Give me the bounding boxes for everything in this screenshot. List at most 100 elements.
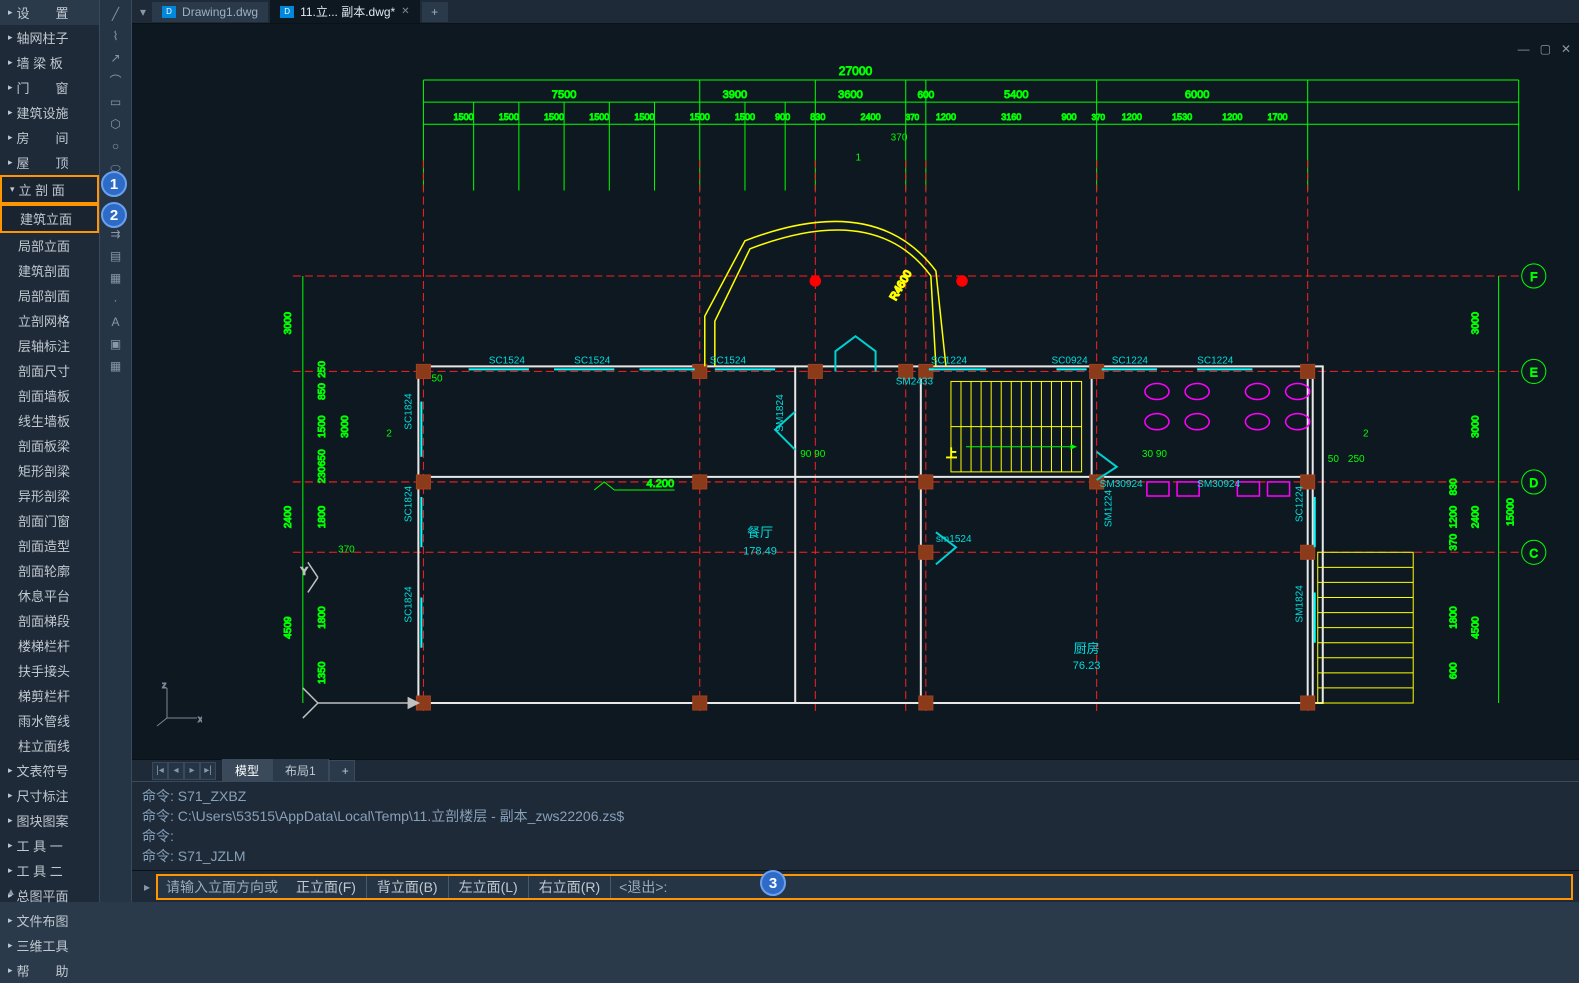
menu-section-grid[interactable]: 立剖网格 (0, 308, 99, 333)
add-layout-button[interactable]: + (329, 760, 355, 782)
tool-circle-icon[interactable]: ○ (104, 136, 128, 156)
menu-rect-beam[interactable]: 矩形剖梁 (0, 458, 99, 483)
badge-3-overlay: 3 (760, 870, 786, 896)
badge-1: 1 (101, 171, 127, 197)
tool-polyline-icon[interactable]: ⌇ (104, 26, 128, 46)
tool-polygon-icon[interactable]: ⬡ (104, 114, 128, 134)
tool-ray-icon[interactable]: ↗ (104, 48, 128, 68)
menu-tools-1[interactable]: 工 具 一 (0, 833, 99, 858)
scroll-left-icon[interactable]: ▲ (6, 887, 16, 898)
menu-handrail-joint[interactable]: 扶手接头 (0, 658, 99, 683)
cmd-option-back[interactable]: 背立面(B) (367, 876, 449, 898)
svg-text:15000: 15000 (1506, 498, 1517, 526)
menu-irreg-beam[interactable]: 异形剖梁 (0, 483, 99, 508)
menu-partial-section[interactable]: 局部剖面 (0, 283, 99, 308)
menu-section-stair[interactable]: 剖面梯段 (0, 608, 99, 633)
menu-rain-pipe[interactable]: 雨水管线 (0, 708, 99, 733)
menu-rooms[interactable]: 房 间 (0, 125, 99, 150)
svg-text:Y: Y (301, 566, 308, 577)
menu-axis-columns[interactable]: 轴网柱子 (0, 25, 99, 50)
menu-section-outline[interactable]: 剖面轮廓 (0, 558, 99, 583)
svg-text:370: 370 (906, 113, 920, 122)
menu-line-wallslab[interactable]: 线生墙板 (0, 408, 99, 433)
menu-doors-windows[interactable]: 门 窗 (0, 75, 99, 100)
svg-text:3160: 3160 (1001, 112, 1021, 122)
tool-palette: ╱ ⌇ ↗ ⌒ ▭ ⬡ ○ ⬭ ∿ ↻ ⇉ ▤ ▦ · A ▣ ▦ (100, 0, 132, 902)
svg-text:D: D (1529, 476, 1538, 490)
tool-hatch-icon[interactable]: ▦ (104, 268, 128, 288)
svg-text:z: z (162, 680, 167, 690)
command-input-box[interactable]: 请输入立面方向或 正立面(F) 背立面(B) 左立面(L) 右立面(R) <退出… (156, 874, 1573, 900)
new-tab-button[interactable]: + (422, 2, 448, 22)
svg-text:SM1824: SM1824 (775, 394, 786, 432)
tab-11-copy[interactable]: D 11.立... 副本.dwg* ✕ (270, 0, 420, 23)
nav-last-icon[interactable]: ▸| (200, 762, 216, 780)
menu-3d-tools[interactable]: 三维工具 (0, 933, 99, 958)
cmd-option-front[interactable]: 正立面(F) (286, 876, 367, 898)
command-input[interactable] (675, 879, 1571, 894)
menu-settings[interactable]: 设 置 (0, 0, 99, 25)
svg-text:600: 600 (1448, 662, 1459, 679)
menu-wall-beam-slab[interactable]: 墙 梁 板 (0, 50, 99, 75)
menu-section-doorwin[interactable]: 剖面门窗 (0, 508, 99, 533)
svg-text:餐厅: 餐厅 (747, 525, 773, 540)
close-icon[interactable]: ✕ (401, 6, 409, 17)
nav-prev-icon[interactable]: ◂ (168, 762, 184, 780)
tool-block-icon[interactable]: ▣ (104, 334, 128, 354)
svg-text:SC1524: SC1524 (574, 355, 611, 366)
tool-table-icon[interactable]: ▦ (104, 356, 128, 376)
tool-rect-icon[interactable]: ▭ (104, 92, 128, 112)
menu-facilities[interactable]: 建筑设施 (0, 100, 99, 125)
badge-2: 2 (101, 202, 127, 228)
svg-text:1500: 1500 (317, 415, 328, 438)
ucs-icon: x z (152, 678, 202, 731)
menu-section-dim[interactable]: 剖面尺寸 (0, 358, 99, 383)
tool-point-icon[interactable]: · (104, 290, 128, 310)
model-tab[interactable]: 模型 (222, 758, 272, 783)
nav-first-icon[interactable]: |◂ (152, 762, 168, 780)
menu-help[interactable]: 帮 助 (0, 958, 99, 983)
menu-building-elevation[interactable]: 建筑立面 2 (0, 204, 99, 233)
menu-section-slabbeam[interactable]: 剖面板梁 (0, 433, 99, 458)
menu-blocks-patterns[interactable]: 图块图案 (0, 808, 99, 833)
menu-column-elev-line[interactable]: 柱立面线 (0, 733, 99, 758)
cmd-history-line: 命令: (142, 826, 1569, 846)
tool-arc-icon[interactable]: ⌒ (104, 70, 128, 90)
menu-rest-platform[interactable]: 休息平台 (0, 583, 99, 608)
cmd-toggle-icon[interactable]: ▸ (138, 880, 156, 894)
cmd-exit-option[interactable]: <退出>: (611, 877, 675, 897)
left-menu-sidebar: 设 置 轴网柱子 墙 梁 板 门 窗 建筑设施 房 间 屋 顶 立 剖 面 1 … (0, 0, 100, 902)
menu-elevation-section[interactable]: 立 剖 面 1 (0, 175, 99, 204)
menu-roof[interactable]: 屋 顶 (0, 150, 99, 175)
cmd-history-line: 命令: S71_ZXBZ (142, 786, 1569, 806)
svg-text:6000: 6000 (1185, 89, 1210, 101)
menu-floor-axis-dim[interactable]: 层轴标注 (0, 333, 99, 358)
svg-text:3000: 3000 (340, 415, 351, 438)
layout1-tab[interactable]: 布局1 (272, 758, 329, 783)
svg-text:90 90: 90 90 (800, 449, 826, 460)
svg-text:SC1224: SC1224 (1197, 355, 1234, 366)
drawing-canvas[interactable]: — ▢ ✕ 27000 7500 3900 3600 600 5400 6000 (132, 24, 1579, 759)
nav-next-icon[interactable]: ▸ (184, 762, 200, 780)
cmd-option-right[interactable]: 右立面(R) (529, 876, 611, 898)
menu-section-wallslab[interactable]: 剖面墙板 (0, 383, 99, 408)
menu-stair-cut-rail[interactable]: 梯剪栏杆 (0, 683, 99, 708)
menu-stair-railing[interactable]: 楼梯栏杆 (0, 633, 99, 658)
menu-section-shape[interactable]: 剖面造型 (0, 533, 99, 558)
menu-text-symbols[interactable]: 文表符号 (0, 758, 99, 783)
menu-partial-elevation[interactable]: 局部立面 (0, 233, 99, 258)
menu-file-layout[interactable]: 文件布图 (0, 908, 99, 933)
cmd-option-left[interactable]: 左立面(L) (449, 876, 529, 898)
svg-text:250: 250 (1348, 454, 1365, 465)
menu-tools-2[interactable]: 工 具 二 (0, 858, 99, 883)
svg-text:1: 1 (856, 152, 862, 163)
svg-text:830: 830 (1448, 478, 1459, 495)
tool-layers-icon[interactable]: ▤ (104, 246, 128, 266)
tab-drawing1[interactable]: D Drawing1.dwg (152, 2, 268, 22)
svg-text:7500: 7500 (552, 89, 577, 101)
tool-line-icon[interactable]: ╱ (104, 4, 128, 24)
menu-dimensions[interactable]: 尺寸标注 (0, 783, 99, 808)
document-tabs: ▾ D Drawing1.dwg D 11.立... 副本.dwg* ✕ + (132, 0, 1579, 24)
tool-text-icon[interactable]: A (104, 312, 128, 332)
menu-building-section[interactable]: 建筑剖面 (0, 258, 99, 283)
